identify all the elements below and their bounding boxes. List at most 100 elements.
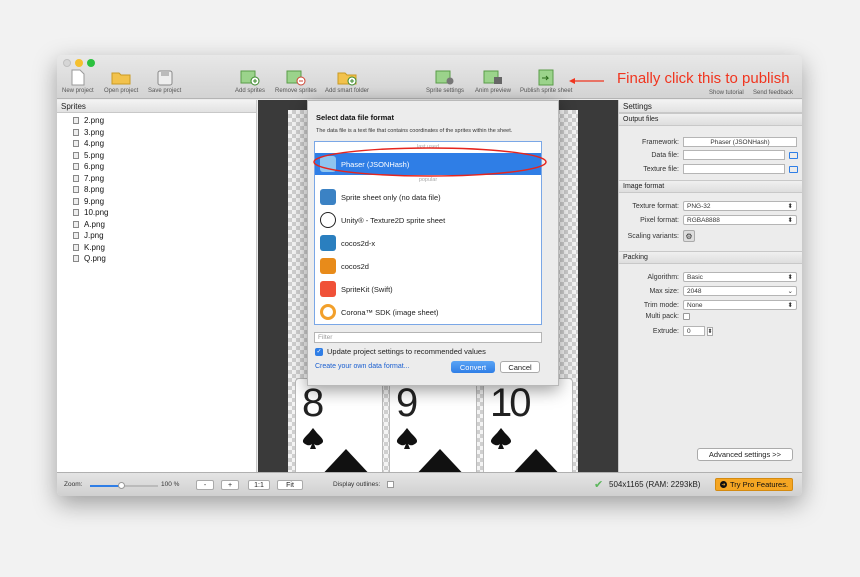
texture-file-input[interactable] xyxy=(683,164,785,174)
convert-button[interactable]: Convert xyxy=(451,361,495,373)
zoom-slider[interactable] xyxy=(90,482,158,489)
image-file-icon xyxy=(73,128,79,136)
zoom-in-button[interactable]: + xyxy=(221,480,239,490)
sprites-panel: Sprites 2.png 3.png 4.png 5.png 6.png 7.… xyxy=(57,100,257,472)
add-smart-folder-button[interactable]: Add smart folder xyxy=(325,69,369,94)
format-item-cocos2d-x[interactable]: cocos2d-x xyxy=(315,232,541,254)
display-outlines-checkbox[interactable] xyxy=(387,481,394,488)
zoom-fit-button[interactable]: Fit xyxy=(277,480,303,490)
publish-icon xyxy=(535,69,557,86)
try-pro-label: Try Pro Features. xyxy=(729,480,789,489)
send-feedback-button[interactable]: Send feedback xyxy=(753,90,793,96)
sprite-item[interactable]: 4.png xyxy=(57,138,256,150)
zoom-out-button[interactable]: - xyxy=(196,480,214,490)
save-project-button[interactable]: Save project xyxy=(148,69,181,94)
algorithm-select[interactable]: Basic ⬍ xyxy=(683,272,797,282)
sprite-item[interactable]: 10.png xyxy=(57,207,256,219)
remove-sprites-label: Remove sprites xyxy=(275,88,317,94)
close-window-button[interactable] xyxy=(63,59,71,67)
format-item-corona[interactable]: Corona™ SDK (image sheet) xyxy=(315,301,541,323)
sprite-item[interactable]: 9.png xyxy=(57,196,256,208)
algorithm-label: Algorithm: xyxy=(647,273,679,281)
data-file-input[interactable] xyxy=(683,150,785,160)
sprite-item[interactable]: 5.png xyxy=(57,150,256,162)
format-item-spritekit[interactable]: SpriteKit (Swift) xyxy=(315,278,541,300)
sprite-item[interactable]: 7.png xyxy=(57,173,256,185)
card-sprite[interactable]: 10 xyxy=(483,378,573,478)
sprite-list: 2.png 3.png 4.png 5.png 6.png 7.png 8.pn… xyxy=(57,113,256,265)
image-file-icon xyxy=(73,232,79,240)
format-item-label: Unity® - Texture2D sprite sheet xyxy=(341,215,446,225)
smart-folder-icon xyxy=(336,69,358,86)
publish-sprite-sheet-button[interactable]: Publish sprite sheet xyxy=(520,69,572,94)
folder-icon[interactable] xyxy=(789,151,798,159)
sprite-sheet-icon xyxy=(320,189,336,205)
framework-row: Framework: Phaser (JSONHash) xyxy=(619,137,797,147)
settings-title: Settings xyxy=(619,100,802,113)
publish-sprite-sheet-label: Publish sprite sheet xyxy=(520,88,573,94)
sprite-item-label: 10.png xyxy=(84,208,109,218)
spade-icon xyxy=(490,428,563,477)
sprite-item[interactable]: A.png xyxy=(57,219,256,231)
update-settings-row: ✓ Update project settings to recommended… xyxy=(315,347,486,356)
sprite-settings-button[interactable]: Sprite settings xyxy=(426,69,464,94)
zoom-one-to-one-button[interactable]: 1:1 xyxy=(248,480,270,490)
highlight-ellipse xyxy=(313,147,547,177)
format-item-unity[interactable]: Unity® - Texture2D sprite sheet xyxy=(315,209,541,231)
new-project-label: New project xyxy=(62,88,94,94)
minimize-window-button[interactable] xyxy=(75,59,83,67)
sprites-panel-title: Sprites xyxy=(57,100,256,113)
sprite-item[interactable]: 8.png xyxy=(57,184,256,196)
multi-pack-checkbox[interactable] xyxy=(683,313,690,320)
extrude-row: Extrude: 0 ⬍ xyxy=(619,326,713,336)
filter-input[interactable]: Filter xyxy=(314,332,542,343)
image-file-icon xyxy=(73,151,79,159)
new-project-button[interactable]: New project xyxy=(62,69,94,94)
card-sprite[interactable]: 8 xyxy=(295,378,383,478)
extrude-input[interactable]: 0 xyxy=(683,326,705,336)
cancel-button[interactable]: Cancel xyxy=(500,361,540,373)
pixel-format-select[interactable]: RGBA8888 ⬍ xyxy=(683,215,797,225)
unity-icon xyxy=(320,212,336,228)
folder-icon[interactable] xyxy=(789,165,798,173)
open-project-button[interactable]: Open project xyxy=(104,69,138,94)
sprite-item[interactable]: K.png xyxy=(57,242,256,254)
image-file-icon xyxy=(73,186,79,194)
update-settings-label: Update project settings to recommended v… xyxy=(327,347,486,356)
remove-sprites-button[interactable]: Remove sprites xyxy=(275,69,317,94)
spade-icon xyxy=(302,428,373,477)
filter-placeholder: Filter xyxy=(318,334,333,341)
max-size-value: 2048 xyxy=(687,287,702,295)
update-settings-checkbox[interactable]: ✓ xyxy=(315,347,323,356)
sprite-item[interactable]: J.png xyxy=(57,230,256,242)
framework-label: Framework: xyxy=(642,138,679,146)
algorithm-row: Algorithm: Basic ⬍ xyxy=(619,272,797,282)
stepper-icon[interactable]: ⬍ xyxy=(707,326,713,336)
sprite-item[interactable]: 6.png xyxy=(57,161,256,173)
sprite-item[interactable]: Q.png xyxy=(57,253,256,265)
anim-preview-button[interactable]: Anim preview xyxy=(475,69,511,94)
try-pro-button[interactable]: ➜ Try Pro Features. xyxy=(715,478,793,491)
trim-mode-select[interactable]: None ⬍ xyxy=(683,300,797,310)
cocos2d-icon xyxy=(320,258,336,274)
texture-format-value: PNG-32 xyxy=(687,202,711,210)
sprite-item[interactable]: 2.png xyxy=(57,115,256,127)
zoom-slider-knob[interactable] xyxy=(118,482,125,489)
framework-select[interactable]: Phaser (JSONHash) xyxy=(683,137,797,147)
card-sprite[interactable]: 9 xyxy=(389,378,477,478)
show-tutorial-button[interactable]: Show tutorial xyxy=(709,90,744,96)
sprite-item[interactable]: 3.png xyxy=(57,127,256,139)
zoom-window-button[interactable] xyxy=(87,59,95,67)
advanced-settings-button[interactable]: Advanced settings >> xyxy=(697,448,793,461)
add-sprites-button[interactable]: Add sprites xyxy=(235,69,265,94)
gear-icon[interactable]: ⚙ xyxy=(683,230,695,242)
max-size-select[interactable]: 2048 ⌄ xyxy=(683,286,797,296)
format-item-label: SpriteKit (Swift) xyxy=(341,284,393,294)
sprite-item-label: 3.png xyxy=(84,127,105,137)
sprite-item-label: 9.png xyxy=(84,196,105,206)
texture-format-select[interactable]: PNG-32 ⬍ xyxy=(683,201,797,211)
format-item-cocos2d[interactable]: cocos2d xyxy=(315,255,541,277)
save-icon xyxy=(154,69,176,86)
format-item-sprite-only[interactable]: Sprite sheet only (no data file) xyxy=(315,186,541,208)
create-data-format-link[interactable]: Create your own data format... xyxy=(315,363,410,370)
